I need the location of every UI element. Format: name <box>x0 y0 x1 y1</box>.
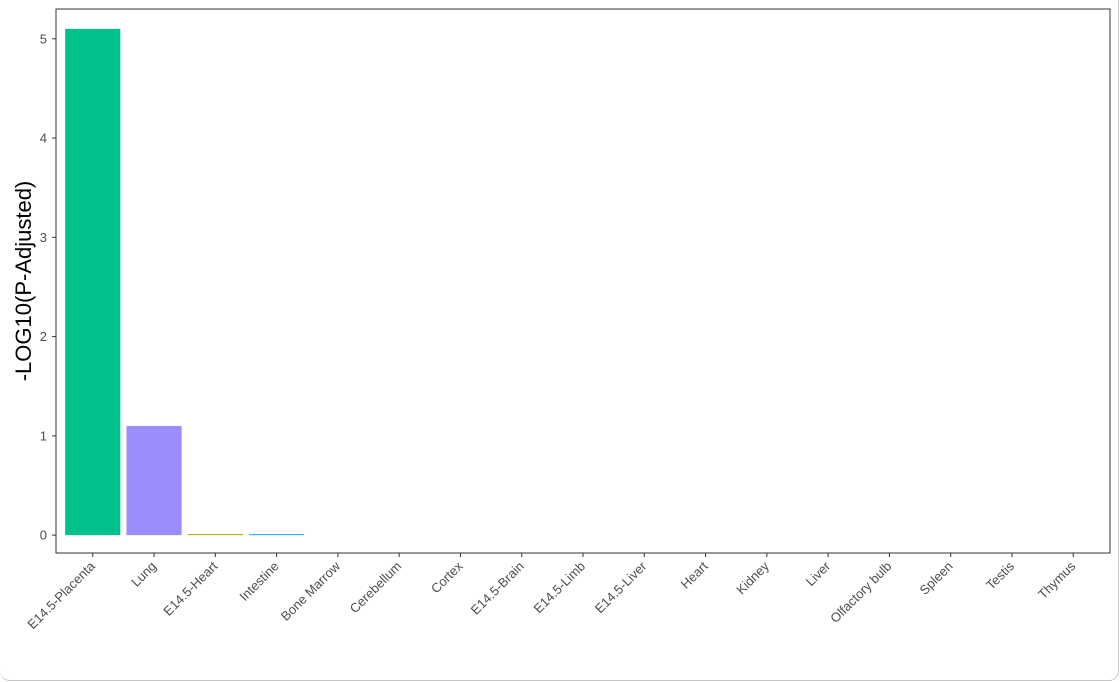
x-tick-label: E14.5-Limb <box>531 559 589 617</box>
x-tick-label: Lung <box>128 559 159 590</box>
x-tick-label: Intestine <box>236 559 281 604</box>
x-tick-label: Spleen <box>917 559 956 598</box>
x-tick-label: E14.5-Brain <box>468 559 527 618</box>
bar-0 <box>65 28 121 536</box>
y-tick-label: 0 <box>40 528 47 543</box>
x-tick-label: Cortex <box>428 558 466 596</box>
y-axis: 0 1 2 3 4 5 <box>40 31 56 543</box>
y-tick-label: 5 <box>40 31 47 46</box>
bar-1 <box>126 425 182 536</box>
y-tick-label: 1 <box>40 428 47 443</box>
x-tick-label: Cerebellum <box>347 559 405 617</box>
x-tick-label: Liver <box>803 558 834 589</box>
x-axis: E14.5-Placenta Lung E14.5-Heart IntestineBo… <box>24 553 1079 632</box>
x-tick-label: Testis <box>983 558 1017 592</box>
x-tick-label: Kidney <box>733 558 772 597</box>
bar-3 <box>249 534 305 536</box>
plot-panel <box>55 8 1111 554</box>
x-tick-label: E14.5-Placenta <box>24 558 98 632</box>
x-tick-label: E14.5-Liver <box>592 558 650 616</box>
x-tick-label: Olfactory bulb <box>827 559 894 626</box>
y-axis-title: -LOG10(P-Adjusted) <box>11 181 36 382</box>
x-tick-label: Thymus <box>1035 558 1079 602</box>
y-tick-label: 2 <box>40 329 47 344</box>
x-tick-label: Bone Marrow <box>278 558 344 624</box>
bar-2 <box>187 534 243 536</box>
bar-chart: 0 1 2 3 4 5 E14.5-Placenta Lung E14.5-Heart Inte… <box>11 8 1111 632</box>
chart-frame: 0 1 2 3 4 5 E14.5-Placenta Lung E14.5-Heart Inte… <box>0 0 1119 681</box>
x-tick-label: Heart <box>678 558 711 591</box>
y-tick-label: 4 <box>40 131 47 146</box>
x-tick-label: E14.5-Heart <box>160 558 220 618</box>
y-tick-label: 3 <box>40 230 47 245</box>
